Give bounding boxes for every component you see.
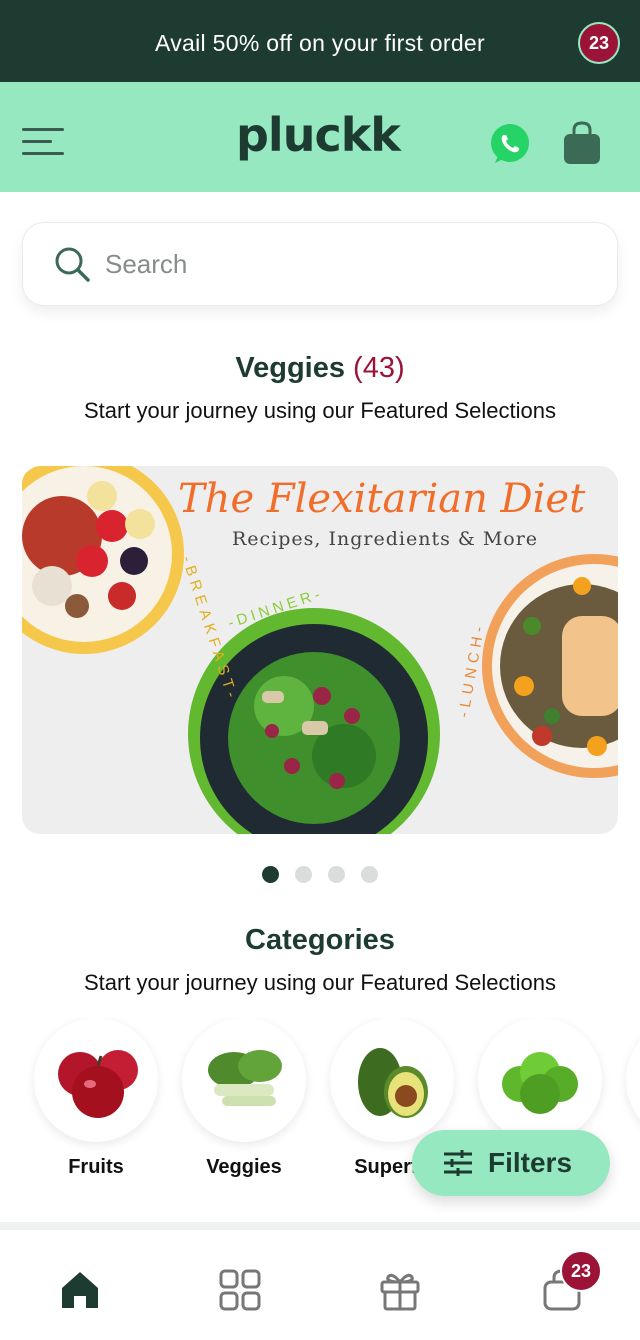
- top-header: pluckk: [0, 82, 640, 192]
- menu-icon[interactable]: [22, 126, 64, 156]
- category-image-next: [626, 1018, 640, 1142]
- gift-icon[interactable]: [378, 1268, 422, 1312]
- banner-carousel-slide[interactable]: -BREAKFAST- -DINNER- -LUNCH- The Flexita…: [22, 466, 618, 834]
- carousel-dot-2[interactable]: [295, 866, 312, 883]
- category-image-fruits: [34, 1018, 158, 1142]
- avocado-icon: [358, 1048, 428, 1118]
- categories-title: Categories: [245, 924, 395, 956]
- featured-title: Veggies (43): [0, 352, 640, 385]
- category-image-superfoods: [330, 1018, 454, 1142]
- category-item-fruits[interactable]: Fruits: [34, 1018, 158, 1179]
- banner-subtitle: Recipes, Ingredients & More: [232, 528, 539, 550]
- bottom-cart-count-badge: 23: [560, 1250, 602, 1292]
- home-icon[interactable]: [58, 1268, 102, 1312]
- category-item-next[interactable]: [626, 1018, 640, 1142]
- featured-subtitle: Start your journey using our Featured Se…: [83, 398, 557, 423]
- search-bar[interactable]: [22, 222, 618, 306]
- banner-title: The Flexitarian Diet: [178, 476, 586, 522]
- category-image-veggies: [182, 1018, 306, 1142]
- cart-count-badge: 23: [578, 22, 620, 64]
- brand-logo[interactable]: pluckk: [236, 108, 401, 162]
- categories-subtitle: Start your journey using our Featured Se…: [83, 970, 557, 995]
- promo-text: Avail 50% off on your first order: [155, 29, 485, 56]
- bottom-nav-divider: [0, 1222, 640, 1230]
- category-item-veggies[interactable]: Veggies: [182, 1018, 306, 1179]
- filters-label: Filters: [488, 1147, 573, 1178]
- category-image-greens: [478, 1018, 602, 1142]
- search-input[interactable]: [105, 248, 565, 280]
- filter-icon: [444, 1150, 472, 1176]
- featured-title-text: Veggies: [235, 352, 345, 384]
- carousel-indicators: [262, 866, 378, 883]
- apple-icon: [58, 1050, 138, 1118]
- carousel-dot-1[interactable]: [262, 866, 279, 883]
- category-label: Veggies: [206, 1156, 282, 1178]
- bok-choy-icon: [208, 1050, 282, 1106]
- bottom-navigation: [0, 1230, 640, 1340]
- carousel-dot-4[interactable]: [361, 866, 378, 883]
- promo-banner: Avail 50% off on your first order: [0, 0, 640, 82]
- lettuce-icon: [502, 1052, 578, 1114]
- filters-button[interactable]: Filters: [412, 1130, 610, 1196]
- featured-count: (43): [353, 352, 405, 384]
- grid-icon[interactable]: [218, 1268, 262, 1312]
- carousel-dot-3[interactable]: [328, 866, 345, 883]
- search-icon: [55, 247, 90, 282]
- bag-icon[interactable]: [560, 120, 604, 166]
- category-item-greens[interactable]: [478, 1018, 602, 1142]
- category-label: Fruits: [68, 1156, 124, 1178]
- whatsapp-icon[interactable]: [487, 121, 533, 167]
